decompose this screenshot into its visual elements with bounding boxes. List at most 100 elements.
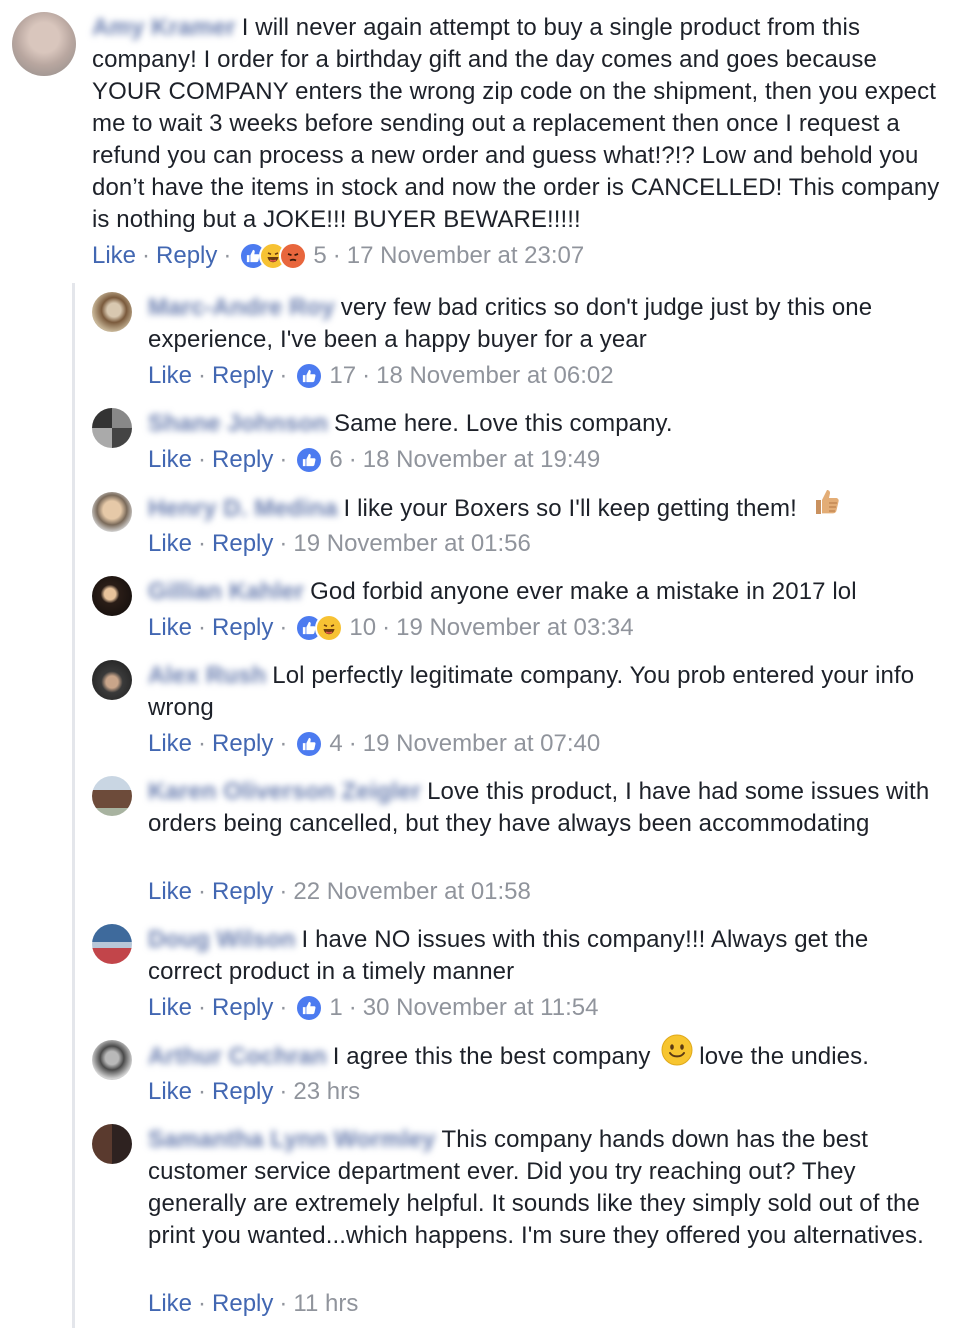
like-link[interactable]: Like xyxy=(148,1076,192,1108)
reply-comment: Marc-Andre Roy very few bad critics so do… xyxy=(0,280,978,396)
separator: · xyxy=(198,730,207,757)
reply-link[interactable]: Reply xyxy=(212,612,273,644)
separator: · xyxy=(348,994,357,1021)
separator: · xyxy=(198,878,207,905)
timestamp[interactable]: 18 November at 19:49 xyxy=(363,444,600,476)
reply-author[interactable]: Henry D. Medina xyxy=(148,493,338,525)
separator: · xyxy=(382,614,391,641)
like-link[interactable]: Like xyxy=(148,444,192,476)
avatar[interactable] xyxy=(92,1124,132,1164)
reply-author[interactable]: Shane Johnson xyxy=(148,408,328,440)
avatar[interactable] xyxy=(92,408,132,448)
avatar[interactable] xyxy=(92,660,132,700)
like-link[interactable]: Like xyxy=(148,992,192,1024)
reply-link[interactable]: Reply xyxy=(212,1288,273,1320)
reply-text: God forbid anyone ever make a mistake in… xyxy=(310,578,857,605)
reply-author[interactable]: Gillian Kahler xyxy=(148,576,304,608)
reply-link[interactable]: Reply xyxy=(212,360,273,392)
reply-body: Doug Wilson I have NO issues with this co… xyxy=(148,924,938,988)
reply-body: Marc-Andre Roy very few bad critics so do… xyxy=(148,292,938,356)
reply-author[interactable]: Samantha Lynn Wormley xyxy=(148,1124,436,1156)
reply-link[interactable]: Reply xyxy=(212,728,273,760)
reactions-summary[interactable] xyxy=(295,614,344,642)
reaction-count[interactable]: 6 xyxy=(329,444,342,476)
reply-link[interactable]: Reply xyxy=(212,992,273,1024)
reply-link[interactable]: Reply xyxy=(212,876,273,908)
reaction-count[interactable]: 5 xyxy=(313,240,326,272)
reply-body: Alex Rush Lol perfectly legitimate compan… xyxy=(148,660,938,724)
reply-author[interactable]: Alex Rush xyxy=(148,660,266,692)
reactions-summary[interactable] xyxy=(295,446,324,474)
reply-link[interactable]: Reply xyxy=(212,528,273,560)
timestamp[interactable]: 23 hrs xyxy=(293,1076,360,1108)
avatar[interactable] xyxy=(92,1040,132,1080)
separator: · xyxy=(279,1290,288,1317)
separator: · xyxy=(279,530,288,557)
reply-actions: Like · Reply · 17 · 18 November at 06:02 xyxy=(148,360,614,392)
separator: · xyxy=(223,242,232,269)
haha-reaction-icon xyxy=(315,614,344,642)
reply-actions: Like · Reply · 4 · 19 November at 07:40 xyxy=(148,728,600,760)
separator: · xyxy=(348,730,357,757)
reply-author[interactable]: Marc-Andre Roy xyxy=(148,292,335,324)
timestamp[interactable]: 19 November at 07:40 xyxy=(363,728,600,760)
reply-actions: Like · Reply · 23 hrs xyxy=(148,1076,360,1108)
avatar[interactable] xyxy=(12,12,76,76)
reply-body: Henry D. Medina I like your Boxers so I'l… xyxy=(148,490,938,527)
timestamp[interactable]: 17 November at 23:07 xyxy=(347,240,584,272)
like-link[interactable]: Like xyxy=(148,528,192,560)
comment-author[interactable]: Amy Kramer xyxy=(92,12,236,44)
separator: · xyxy=(198,530,207,557)
reply-comment: Karen Oliverson Zeigler Love this product… xyxy=(0,764,978,912)
like-link[interactable]: Like xyxy=(148,1288,192,1320)
like-reaction-icon xyxy=(295,730,324,758)
reactions-summary[interactable] xyxy=(239,242,308,270)
like-link[interactable]: Like xyxy=(148,876,192,908)
avatar[interactable] xyxy=(92,492,132,532)
like-link[interactable]: Like xyxy=(148,728,192,760)
angry-reaction-icon xyxy=(279,242,308,270)
reply-body: Karen Oliverson Zeigler Love this product… xyxy=(148,776,938,840)
timestamp[interactable]: 22 November at 01:58 xyxy=(293,876,530,908)
reply-actions: Like · Reply · 1 · 30 November at 11:54 xyxy=(148,992,598,1024)
avatar[interactable] xyxy=(92,576,132,616)
smile-icon xyxy=(661,1034,693,1075)
separator: · xyxy=(198,614,207,641)
reaction-count[interactable]: 10 xyxy=(349,612,376,644)
reply-comment: Samantha Lynn Wormley This company hands … xyxy=(0,1112,978,1328)
separator: · xyxy=(332,242,341,269)
timestamp[interactable]: 30 November at 11:54 xyxy=(363,992,599,1024)
separator: · xyxy=(142,242,151,269)
reaction-count[interactable]: 4 xyxy=(329,728,342,760)
avatar[interactable] xyxy=(92,924,132,964)
separator: · xyxy=(279,1078,288,1105)
timestamp[interactable]: 18 November at 06:02 xyxy=(376,360,613,392)
reply-comment: Henry D. Medina I like your Boxers so I'l… xyxy=(0,480,978,564)
reaction-count[interactable]: 17 xyxy=(329,360,356,392)
like-link[interactable]: Like xyxy=(148,360,192,392)
reactions-summary[interactable] xyxy=(295,362,324,390)
avatar[interactable] xyxy=(92,292,132,332)
reply-link[interactable]: Reply xyxy=(212,444,273,476)
separator: · xyxy=(348,446,357,473)
reply-author[interactable]: Doug Wilson xyxy=(148,924,296,956)
reactions-summary[interactable] xyxy=(295,730,324,758)
timestamp[interactable]: 19 November at 01:56 xyxy=(293,528,530,560)
separator: · xyxy=(279,878,288,905)
reply-actions: Like · Reply · 19 November at 01:56 xyxy=(148,528,531,560)
separator: · xyxy=(279,362,288,389)
reaction-count[interactable]: 1 xyxy=(329,992,342,1024)
separator: · xyxy=(198,994,207,1021)
like-link[interactable]: Like xyxy=(92,240,136,272)
like-link[interactable]: Like xyxy=(148,612,192,644)
reply-author[interactable]: Karen Oliverson Zeigler xyxy=(148,776,421,808)
timestamp[interactable]: 19 November at 03:34 xyxy=(396,612,633,644)
avatar[interactable] xyxy=(92,776,132,816)
reply-link[interactable]: Reply xyxy=(156,240,217,272)
reactions-summary[interactable] xyxy=(295,994,324,1022)
timestamp[interactable]: 11 hrs xyxy=(293,1288,358,1320)
reply-author[interactable]: Arthur Cochran xyxy=(148,1041,327,1073)
reply-link[interactable]: Reply xyxy=(212,1076,273,1108)
reply-comment: Shane Johnson Same here. Love this compan… xyxy=(0,396,978,480)
reply-comment: Doug Wilson I have NO issues with this co… xyxy=(0,912,978,1028)
